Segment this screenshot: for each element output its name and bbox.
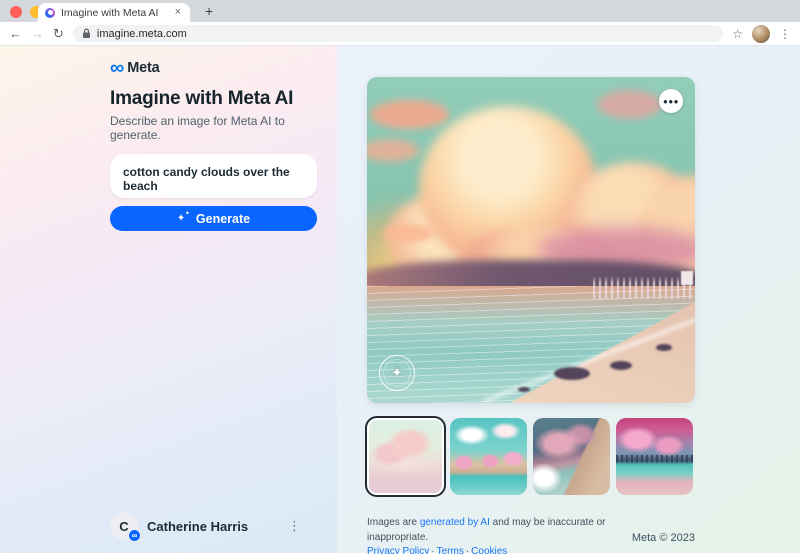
meta-logo-text: Meta bbox=[127, 60, 160, 76]
thumbnail-variation-3[interactable] bbox=[533, 418, 610, 495]
copyright-text: Meta © 2023 bbox=[631, 531, 695, 544]
browser-profile-avatar[interactable] bbox=[752, 24, 770, 43]
tab-close-icon[interactable]: × bbox=[173, 6, 183, 19]
ai-watermark-icon: ✦ bbox=[379, 355, 415, 391]
generated-by-ai-link[interactable]: generated by AI bbox=[420, 517, 490, 528]
generate-button[interactable]: ✦ ✦ Generate bbox=[110, 206, 317, 231]
cookies-link[interactable]: Cookies bbox=[471, 546, 507, 554]
profile-menu-icon[interactable]: ⋮ bbox=[288, 518, 301, 534]
sparkle-icon: ✦ ✦ bbox=[176, 211, 190, 224]
lock-icon bbox=[82, 28, 90, 38]
generate-button-label: Generate bbox=[195, 211, 251, 226]
thumbnail-variation-4[interactable] bbox=[616, 418, 693, 495]
browser-toolbar: ← → ↻ imagine.meta.com ☆ ⋮ bbox=[0, 22, 800, 46]
forward-button[interactable]: → bbox=[31, 27, 44, 40]
meta-logo: ∞ Meta bbox=[110, 57, 317, 79]
tab-title: Imagine with Meta AI bbox=[61, 6, 159, 19]
profile-name: Catherine Harris bbox=[147, 518, 249, 534]
reload-button[interactable]: ↻ bbox=[53, 27, 64, 40]
page-title: Imagine with Meta AI bbox=[110, 88, 294, 109]
tab-strip: Imagine with Meta AI × + bbox=[0, 0, 800, 22]
disclaimer-text: Images are generated by AI and may be in… bbox=[367, 516, 618, 554]
profile-avatar: C ∞ bbox=[110, 512, 141, 542]
new-tab-button[interactable]: + bbox=[200, 2, 218, 20]
address-bar[interactable]: imagine.meta.com bbox=[72, 25, 724, 42]
browser-menu-icon[interactable]: ⋮ bbox=[779, 27, 791, 41]
footer: Images are generated by AI and may be in… bbox=[367, 516, 695, 554]
prompt-value: cotton candy clouds over the beach bbox=[123, 165, 290, 193]
thumbnail-row bbox=[365, 416, 800, 497]
main-content: ●●● ✦ Images are generated by AI and may… bbox=[337, 46, 800, 554]
back-button[interactable]: ← bbox=[9, 27, 22, 40]
thumbnail-variation-1[interactable] bbox=[365, 416, 446, 497]
privacy-policy-link[interactable]: Privacy Policy bbox=[367, 546, 429, 554]
thumbnail-variation-2[interactable] bbox=[450, 418, 527, 495]
browser-tab[interactable]: Imagine with Meta AI × bbox=[38, 3, 190, 22]
meta-badge-icon: ∞ bbox=[128, 529, 141, 542]
sidebar: ∞ Meta Imagine with Meta AI Describe an … bbox=[0, 46, 337, 553]
generated-image: ●●● ✦ bbox=[367, 77, 695, 403]
profile-initial: C bbox=[119, 518, 129, 534]
page: ∞ Meta Imagine with Meta AI Describe an … bbox=[0, 46, 800, 554]
terms-link[interactable]: Terms bbox=[437, 546, 464, 554]
close-window-button[interactable] bbox=[10, 6, 22, 18]
page-subtitle: Describe an image for Meta AI to generat… bbox=[110, 114, 285, 142]
profile-row: C ∞ Catherine Harris ⋮ bbox=[110, 511, 317, 542]
prompt-input[interactable]: cotton candy clouds over the beach bbox=[110, 154, 317, 198]
image-more-options-button[interactable]: ●●● bbox=[659, 89, 683, 113]
url-text: imagine.meta.com bbox=[96, 27, 187, 40]
image-city-skyline bbox=[593, 275, 695, 299]
meta-infinity-icon: ∞ bbox=[110, 57, 125, 79]
bookmark-star-icon[interactable]: ☆ bbox=[732, 27, 743, 41]
tab-favicon-icon bbox=[45, 7, 55, 18]
disclaimer-prefix: Images are bbox=[367, 517, 420, 528]
